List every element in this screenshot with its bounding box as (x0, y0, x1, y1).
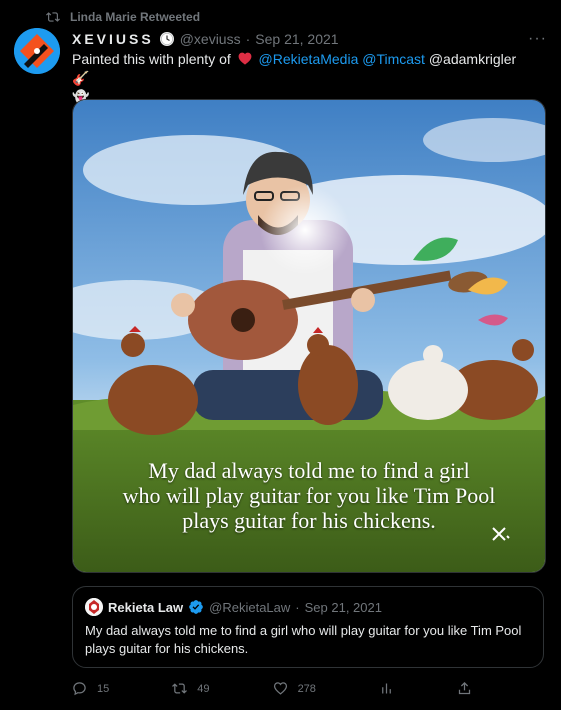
author-avatar[interactable] (14, 28, 60, 74)
author-handle[interactable]: @xeviuss (180, 31, 241, 47)
quoted-tweet-header: Rekieta Law @RekietaLaw · Sep 21, 2021 (85, 598, 382, 616)
analytics-icon (382, 683, 391, 694)
tweet-actions-bar: 15 49 278 (72, 681, 472, 696)
author-name[interactable]: XEVIUSS (72, 31, 154, 47)
image-caption: My dad always told me to find a girl who… (122, 458, 496, 533)
avatar-pen-logo (14, 28, 60, 74)
tweet-text-intro: Painted this with plenty of (72, 51, 231, 67)
quoted-tweet-date[interactable]: Sep 21, 2021 (305, 600, 382, 615)
heart-icon (238, 52, 252, 65)
mention-adamkrigler[interactable]: @adamkrigler (429, 51, 516, 67)
tweet-date[interactable]: Sep 21, 2021 (255, 31, 338, 47)
reply-icon (73, 682, 86, 696)
quoted-author-handle[interactable]: @RekietaLaw (209, 600, 290, 615)
quoted-tweet[interactable]: Rekieta Law @RekietaLaw · Sep 21, 2021 M… (72, 586, 544, 668)
retweeted-by-text: Linda Marie Retweeted (70, 10, 201, 24)
clock-icon (159, 32, 174, 46)
retweeted-by-banner[interactable]: Linda Marie Retweeted (46, 10, 200, 24)
verified-badge-icon (189, 600, 203, 614)
like-count: 278 (297, 682, 316, 695)
analytics-button[interactable] (379, 681, 394, 696)
retweet-action-icon (172, 683, 188, 694)
share-button[interactable] (457, 681, 472, 696)
quoted-author-name[interactable]: Rekieta Law (108, 600, 183, 615)
like-icon (273, 682, 287, 695)
like-button[interactable]: 278 (273, 681, 316, 696)
reply-button[interactable]: 15 (72, 681, 109, 696)
header-separator: · (245, 31, 251, 47)
quoted-author-avatar[interactable] (85, 598, 103, 616)
mention-timcast[interactable]: @Timcast (362, 51, 425, 67)
retweet-count: 49 (197, 682, 210, 695)
tweet-media-image[interactable]: My dad always told me to find a girl who… (72, 99, 546, 573)
more-options-button[interactable]: ··· (528, 30, 547, 48)
tweet-header: XEVIUSS @xeviuss · Sep 21, 2021 ··· (72, 30, 547, 48)
quoted-separator: · (295, 599, 300, 615)
share-icon (458, 681, 471, 695)
guitar-emoji: 🎸 (72, 70, 90, 86)
retweet-icon (46, 12, 60, 22)
retweet-button[interactable]: 49 (172, 681, 210, 696)
quoted-tweet-text: My dad always told me to find a girl who… (85, 623, 522, 656)
reply-count: 15 (97, 682, 110, 695)
mention-rekietamedia[interactable]: @RekietaMedia (259, 51, 359, 67)
